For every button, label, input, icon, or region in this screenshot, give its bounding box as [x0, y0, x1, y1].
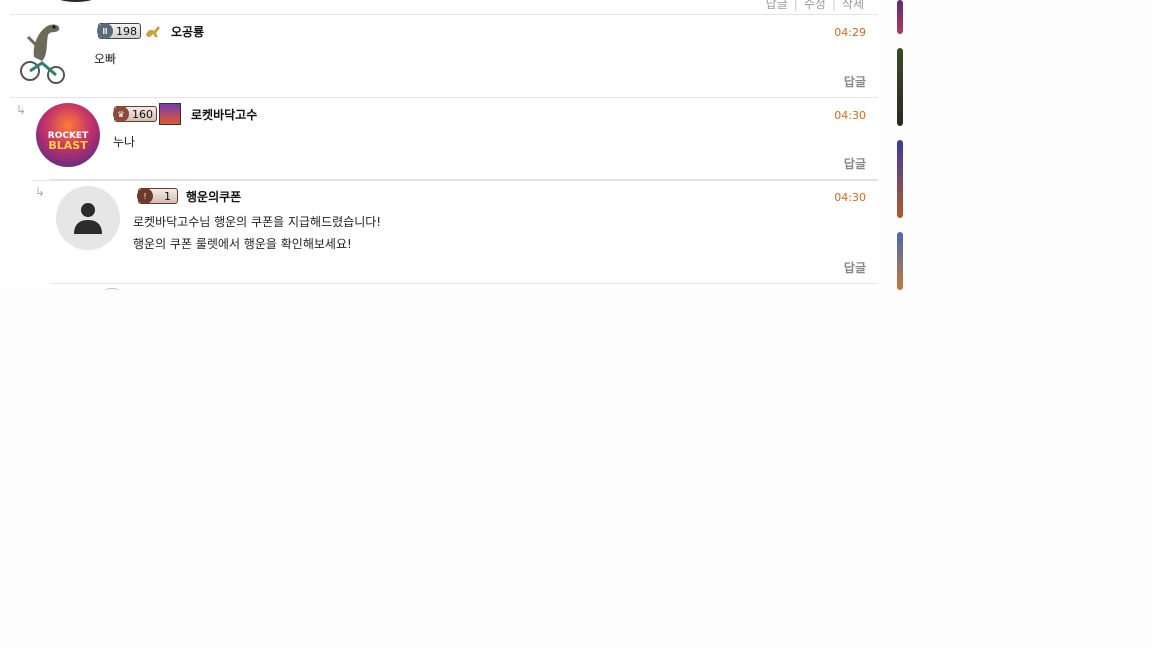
user-icon — [74, 203, 102, 234]
comment-actions: 답글 | 수정 | 삭제 — [760, 0, 864, 12]
level-badge: Ⅲ 198 — [97, 23, 162, 39]
level-badge: ♛ 160 — [113, 103, 181, 125]
delete-link[interactable]: 삭제 — [842, 0, 864, 11]
comment-text: 오빠 — [94, 52, 117, 66]
rank-emblem-icon: ! — [137, 188, 153, 204]
level-number: 160 — [132, 107, 153, 121]
rank-emblem-icon: Ⅲ — [97, 23, 113, 39]
rank-emblem-icon: ♛ — [113, 106, 129, 122]
nickname[interactable]: 행운의쿠폰 — [186, 188, 241, 205]
avatar[interactable]: ROCKET BLAST — [36, 103, 100, 167]
comment-text: 누나 — [113, 135, 136, 149]
previous-comment: 답글 | 수정 | 삭제 — [10, 0, 878, 15]
avatar — [52, 0, 100, 2]
avatar[interactable] — [56, 186, 120, 250]
avatar[interactable] — [16, 17, 76, 85]
nickname[interactable]: 오공룡 — [171, 23, 204, 40]
dinosaur-icon — [146, 26, 160, 37]
divider: | — [793, 0, 798, 11]
reply-button[interactable]: 답글 — [844, 73, 866, 90]
comment-text: 로켓바닥고수님 행운의 쿠폰을 지급해드렸습니다! 행운의 쿠폰 룰렛에서 행운… — [133, 215, 382, 251]
edit-link[interactable]: 수정 — [804, 0, 826, 11]
comment-list: 답글 | 수정 | 삭제 Ⅲ 198 오공룡 04:29 오빠 답글 ↳ ROC… — [0, 0, 880, 290]
divider: | — [831, 0, 836, 11]
comment-time: 04:30 — [834, 109, 866, 122]
reply-button[interactable]: 답글 — [844, 259, 866, 276]
level-number: 198 — [116, 24, 137, 38]
comment-time: 04:29 — [834, 26, 866, 39]
sidebar-thumbnail[interactable] — [897, 140, 903, 218]
nickname[interactable]: 로켓바닥고수 — [191, 106, 257, 123]
next-comment-avatar — [104, 288, 120, 290]
reply-link[interactable]: 답글 — [766, 0, 788, 11]
comment-item: Ⅲ 198 오공룡 04:29 오빠 답글 — [10, 15, 878, 98]
dinosaur-bike-icon — [20, 24, 65, 84]
sidebar-thumbnail[interactable] — [897, 232, 903, 290]
level-number: 1 — [164, 189, 171, 203]
sidebar-thumbnail[interactable] — [897, 0, 903, 34]
reply-arrow-icon: ↳ — [16, 103, 27, 117]
comment-item: ROCKET BLAST ♛ 160 로켓바닥고수 04:30 누나 답글 — [32, 97, 878, 181]
reply-button[interactable]: 답글 — [844, 155, 866, 172]
game-thumbnail-icon — [159, 103, 181, 125]
reply-arrow-icon: ↳ — [35, 185, 46, 199]
level-badge: ! 1 — [137, 188, 178, 204]
sidebar-thumbnail[interactable] — [897, 48, 903, 126]
avatar-text: ROCKET BLAST — [47, 131, 89, 152]
comment-time: 04:30 — [834, 191, 866, 204]
comment-item: ! 1 행운의쿠폰 04:30 로켓바닥고수님 행운의 쿠폰을 지급해드렸습니다… — [50, 179, 878, 284]
